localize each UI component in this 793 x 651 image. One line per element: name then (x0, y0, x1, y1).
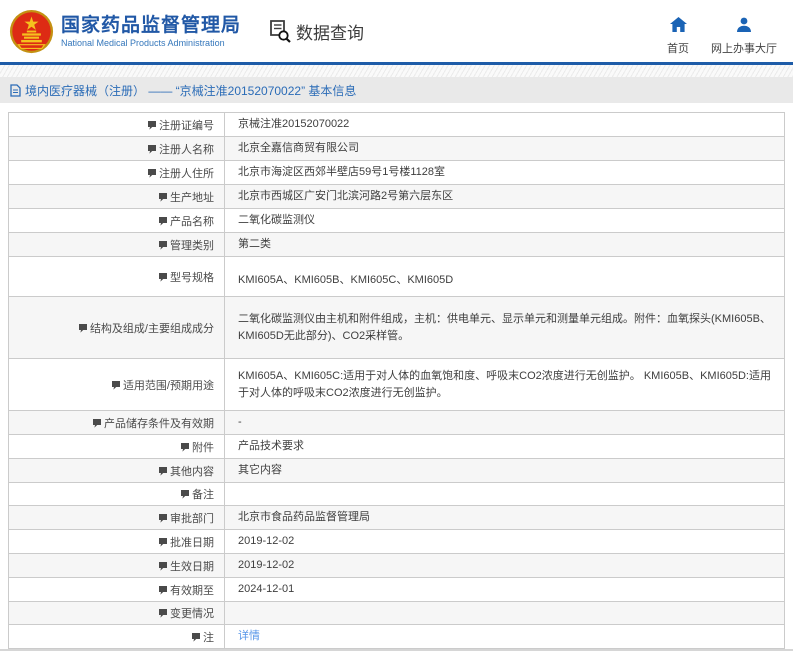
registration-detail-table: 注册证编号 京械注准20152070022 注册人名称 北京全嘉信商贸有限公司 (8, 112, 785, 649)
row-label: 结构及组成/主要组成成分 (89, 322, 214, 335)
top-navigation: 首页 网上办事大厅 (667, 7, 793, 56)
row-label: 审批部门 (170, 512, 214, 525)
hatch-strip (0, 65, 793, 77)
row-label: 产品储存条件及有效期 (104, 417, 214, 430)
row-value: 第二类 (238, 238, 271, 250)
note-icon (191, 632, 201, 645)
row-label: 有效期至 (170, 584, 214, 597)
row-label: 变更情况 (170, 608, 214, 620)
row-value: 2019-12-02 (238, 535, 295, 547)
row-label: 型号规格 (170, 271, 214, 284)
table-row: 有效期至 2024-12-01 (8, 577, 785, 602)
row-label: 附件 (192, 441, 214, 454)
row-value: 2019-12-02 (238, 559, 295, 571)
table-row: 型号规格 KMI605A、KMI605B、KMI605C、KMI605D (8, 256, 785, 297)
note-icon (158, 466, 168, 479)
note-icon (180, 489, 190, 502)
row-value: - (238, 416, 242, 428)
note-icon (158, 561, 168, 574)
org-name-cn: 国家药品监督管理局 (61, 14, 242, 36)
table-row: 备注 (8, 482, 785, 506)
row-value: 北京市西城区广安门北滨河路2号第六层东区 (238, 190, 454, 202)
row-label: 注册人名称 (159, 143, 214, 156)
registration-detail-table-wrap: 注册证编号 京械注准20152070022 注册人名称 北京全嘉信商贸有限公司 (8, 112, 785, 649)
home-icon (669, 16, 687, 37)
data-query-label: 数据查询 (296, 23, 365, 43)
table-row: 变更情况 (8, 601, 785, 625)
note-icon (158, 272, 168, 285)
table-row: 结构及组成/主要组成成分 二氧化碳监测仪由主机和附件组成，主机：供电单元、显示单… (8, 296, 785, 359)
person-icon (736, 17, 752, 37)
table-row: 审批部门 北京市食品药品监督管理局 (8, 505, 785, 530)
row-label: 注 (203, 631, 214, 644)
note-icon (158, 216, 168, 229)
note-icon (111, 380, 121, 393)
document-icon (10, 83, 21, 97)
table-row: 产品储存条件及有效期 - (8, 410, 785, 435)
breadcrumb: 境内医疗器械（注册） —— “京械注准20152070022” 基本信息 (0, 77, 793, 103)
note-icon (147, 168, 157, 181)
nav-service-hall-label: 网上办事大厅 (711, 42, 777, 55)
note-icon (180, 442, 190, 455)
org-titles: 国家药品监督管理局 National Medical Products Admi… (61, 14, 241, 49)
row-value: 其它内容 (238, 464, 282, 476)
table-row: 注册人名称 北京全嘉信商贸有限公司 (8, 136, 785, 161)
data-query-icon (269, 19, 292, 44)
national-emblem-logo (9, 9, 54, 54)
note-icon (158, 608, 168, 621)
note-icon (147, 120, 157, 133)
table-row: 注册人住所 北京市海淀区西郊半壁店59号1号楼1128室 (8, 160, 785, 185)
row-value: 2024-12-01 (238, 583, 295, 595)
row-label: 注册证编号 (159, 119, 214, 132)
table-row: 生效日期 2019-12-02 (8, 553, 785, 578)
detail-link[interactable]: 详情 (238, 630, 260, 642)
row-value: 北京全嘉信商贸有限公司 (238, 142, 359, 154)
note-icon (158, 240, 168, 253)
row-value: 京械注准20152070022 (238, 118, 350, 130)
nav-home[interactable]: 首页 (667, 16, 689, 56)
row-label: 其他内容 (170, 465, 214, 478)
brand-block: 国家药品监督管理局 National Medical Products Admi… (0, 9, 241, 54)
row-label: 管理类别 (170, 239, 214, 252)
note-icon (158, 192, 168, 205)
note-icon (78, 323, 88, 336)
row-label: 适用范围/预期用途 (122, 379, 214, 392)
note-icon (158, 585, 168, 598)
note-icon (158, 513, 168, 526)
row-label: 注册人住所 (159, 167, 214, 180)
row-value: 北京市海淀区西郊半壁店59号1号楼1128室 (238, 166, 446, 178)
data-query-tab[interactable]: 数据查询 (269, 19, 364, 44)
row-value: 北京市食品药品监督管理局 (238, 511, 370, 523)
table-row: 附件 产品技术要求 (8, 434, 785, 459)
row-label: 备注 (192, 489, 214, 501)
table-row: 其他内容 其它内容 (8, 458, 785, 483)
row-value: 二氧化碳监测仪 (238, 214, 315, 226)
row-value: 二氧化碳监测仪由主机和附件组成，主机：供电单元、显示单元和测量单元组成。附件：血… (238, 312, 771, 342)
table-row: 注册证编号 京械注准20152070022 (8, 112, 785, 137)
row-value: 产品技术要求 (238, 440, 304, 452)
note-icon (158, 537, 168, 550)
note-icon (92, 418, 102, 431)
nav-service-hall[interactable]: 网上办事大厅 (711, 17, 777, 56)
table-row: 生产地址 北京市西城区广安门北滨河路2号第六层东区 (8, 184, 785, 209)
row-value: KMI605A、KMI605C:适用于对人体的血氧饱和度、呼吸末CO2浓度进行无… (238, 369, 771, 399)
row-value: KMI605A、KMI605B、KMI605C、KMI605D (238, 274, 454, 286)
breadcrumb-title: 境内医疗器械（注册） —— “京械注准20152070022” 基本信息 (25, 83, 357, 98)
row-label: 批准日期 (170, 536, 214, 549)
row-label: 产品名称 (170, 215, 214, 228)
table-row: 管理类别 第二类 (8, 232, 785, 257)
table-row: 适用范围/预期用途 KMI605A、KMI605C:适用于对人体的血氧饱和度、呼… (8, 358, 785, 411)
row-label: 生效日期 (170, 560, 214, 573)
table-row: 批准日期 2019-12-02 (8, 529, 785, 554)
row-label: 生产地址 (170, 191, 214, 204)
page-header: 国家药品监督管理局 National Medical Products Admi… (0, 0, 793, 62)
note-icon (147, 144, 157, 157)
table-row: 注 详情 (8, 624, 785, 649)
org-name-en: National Medical Products Administration (61, 37, 225, 48)
nav-home-label: 首页 (667, 42, 689, 55)
table-row: 产品名称 二氧化碳监测仪 (8, 208, 785, 233)
